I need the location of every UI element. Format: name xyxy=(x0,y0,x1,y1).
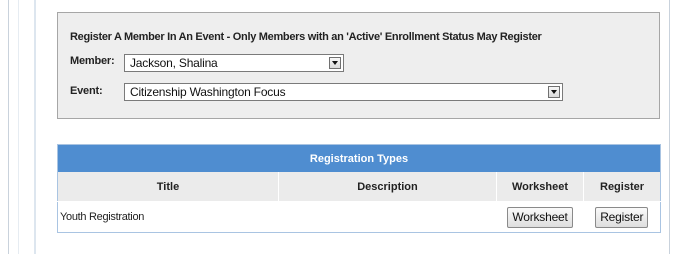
registration-types-table: Registration Types Title Description Wor… xyxy=(57,144,662,233)
column-header-register: Register xyxy=(583,172,661,202)
page-frame: Register A Member In An Event - Only Mem… xyxy=(8,0,670,254)
column-header-description: Description xyxy=(278,172,497,202)
chevron-down-icon[interactable] xyxy=(548,86,560,98)
column-header-title: Title xyxy=(57,172,279,202)
worksheet-button[interactable]: Worksheet xyxy=(507,206,573,228)
column-header-worksheet: Worksheet xyxy=(496,172,584,202)
chevron-down-icon[interactable] xyxy=(329,57,341,69)
member-label: Member: xyxy=(70,55,115,67)
register-cell: Register xyxy=(583,201,661,233)
register-member-panel: Register A Member In An Event - Only Mem… xyxy=(57,12,660,119)
register-button[interactable]: Register xyxy=(595,206,649,228)
member-select[interactable]: Jackson, Shalina xyxy=(124,54,344,72)
event-select-value: Citizenship Washington Focus xyxy=(130,85,286,99)
registration-title-cell: Youth Registration xyxy=(57,201,279,233)
worksheet-cell: Worksheet xyxy=(496,201,584,233)
register-panel-heading: Register A Member In An Event - Only Mem… xyxy=(70,31,542,43)
event-label: Event: xyxy=(70,85,103,97)
event-select[interactable]: Citizenship Washington Focus xyxy=(124,83,563,101)
member-select-value: Jackson, Shalina xyxy=(130,56,218,70)
registration-types-caption: Registration Types xyxy=(57,144,661,172)
table-row: Youth Registration Worksheet Register xyxy=(57,201,661,233)
registration-description-cell xyxy=(278,201,497,233)
